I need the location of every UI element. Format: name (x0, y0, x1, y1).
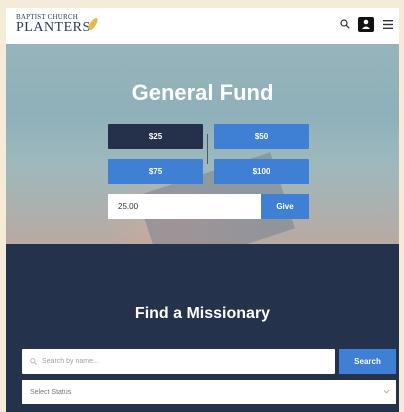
find-missionary-section: Find a Missionary Search by name... Sear… (6, 244, 399, 412)
amount-75-button[interactable]: $75 (108, 159, 203, 184)
site-header: BAPTIST CHURCH PLANTERS (6, 8, 399, 44)
give-button[interactable]: Give (261, 194, 309, 219)
search-button[interactable]: Search (339, 349, 396, 374)
find-missionary-title: Find a Missionary (134, 305, 271, 322)
logo-main-text: PLANTERS (16, 20, 91, 35)
status-select-label: Select Status (30, 388, 72, 396)
user-glyph (362, 19, 370, 29)
amount-100-button[interactable]: $100 (214, 159, 309, 184)
search-field-icon (30, 358, 37, 365)
menu-icon[interactable] (383, 20, 393, 29)
status-select[interactable]: Select Status (22, 380, 396, 404)
chevron-down-icon (383, 389, 390, 394)
page: BAPTIST CHURCH PLANTERS General Fund $25… (6, 8, 399, 412)
missionary-search-input[interactable]: Search by name... (22, 349, 335, 374)
amount-input[interactable]: 25.00 (108, 194, 261, 219)
amount-25-button[interactable]: $25 (108, 124, 203, 149)
user-icon[interactable] (358, 17, 374, 32)
amount-50-button[interactable]: $50 (214, 124, 309, 149)
search-icon[interactable] (340, 19, 350, 29)
search-placeholder: Search by name... (42, 358, 99, 365)
site-logo[interactable]: BAPTIST CHURCH PLANTERS (16, 14, 100, 35)
hero-background-line (207, 134, 208, 164)
general-fund-hero: General Fund $25 $50 $75 $100 25.00 Give (6, 44, 399, 272)
general-fund-title: General Fund (131, 80, 274, 105)
